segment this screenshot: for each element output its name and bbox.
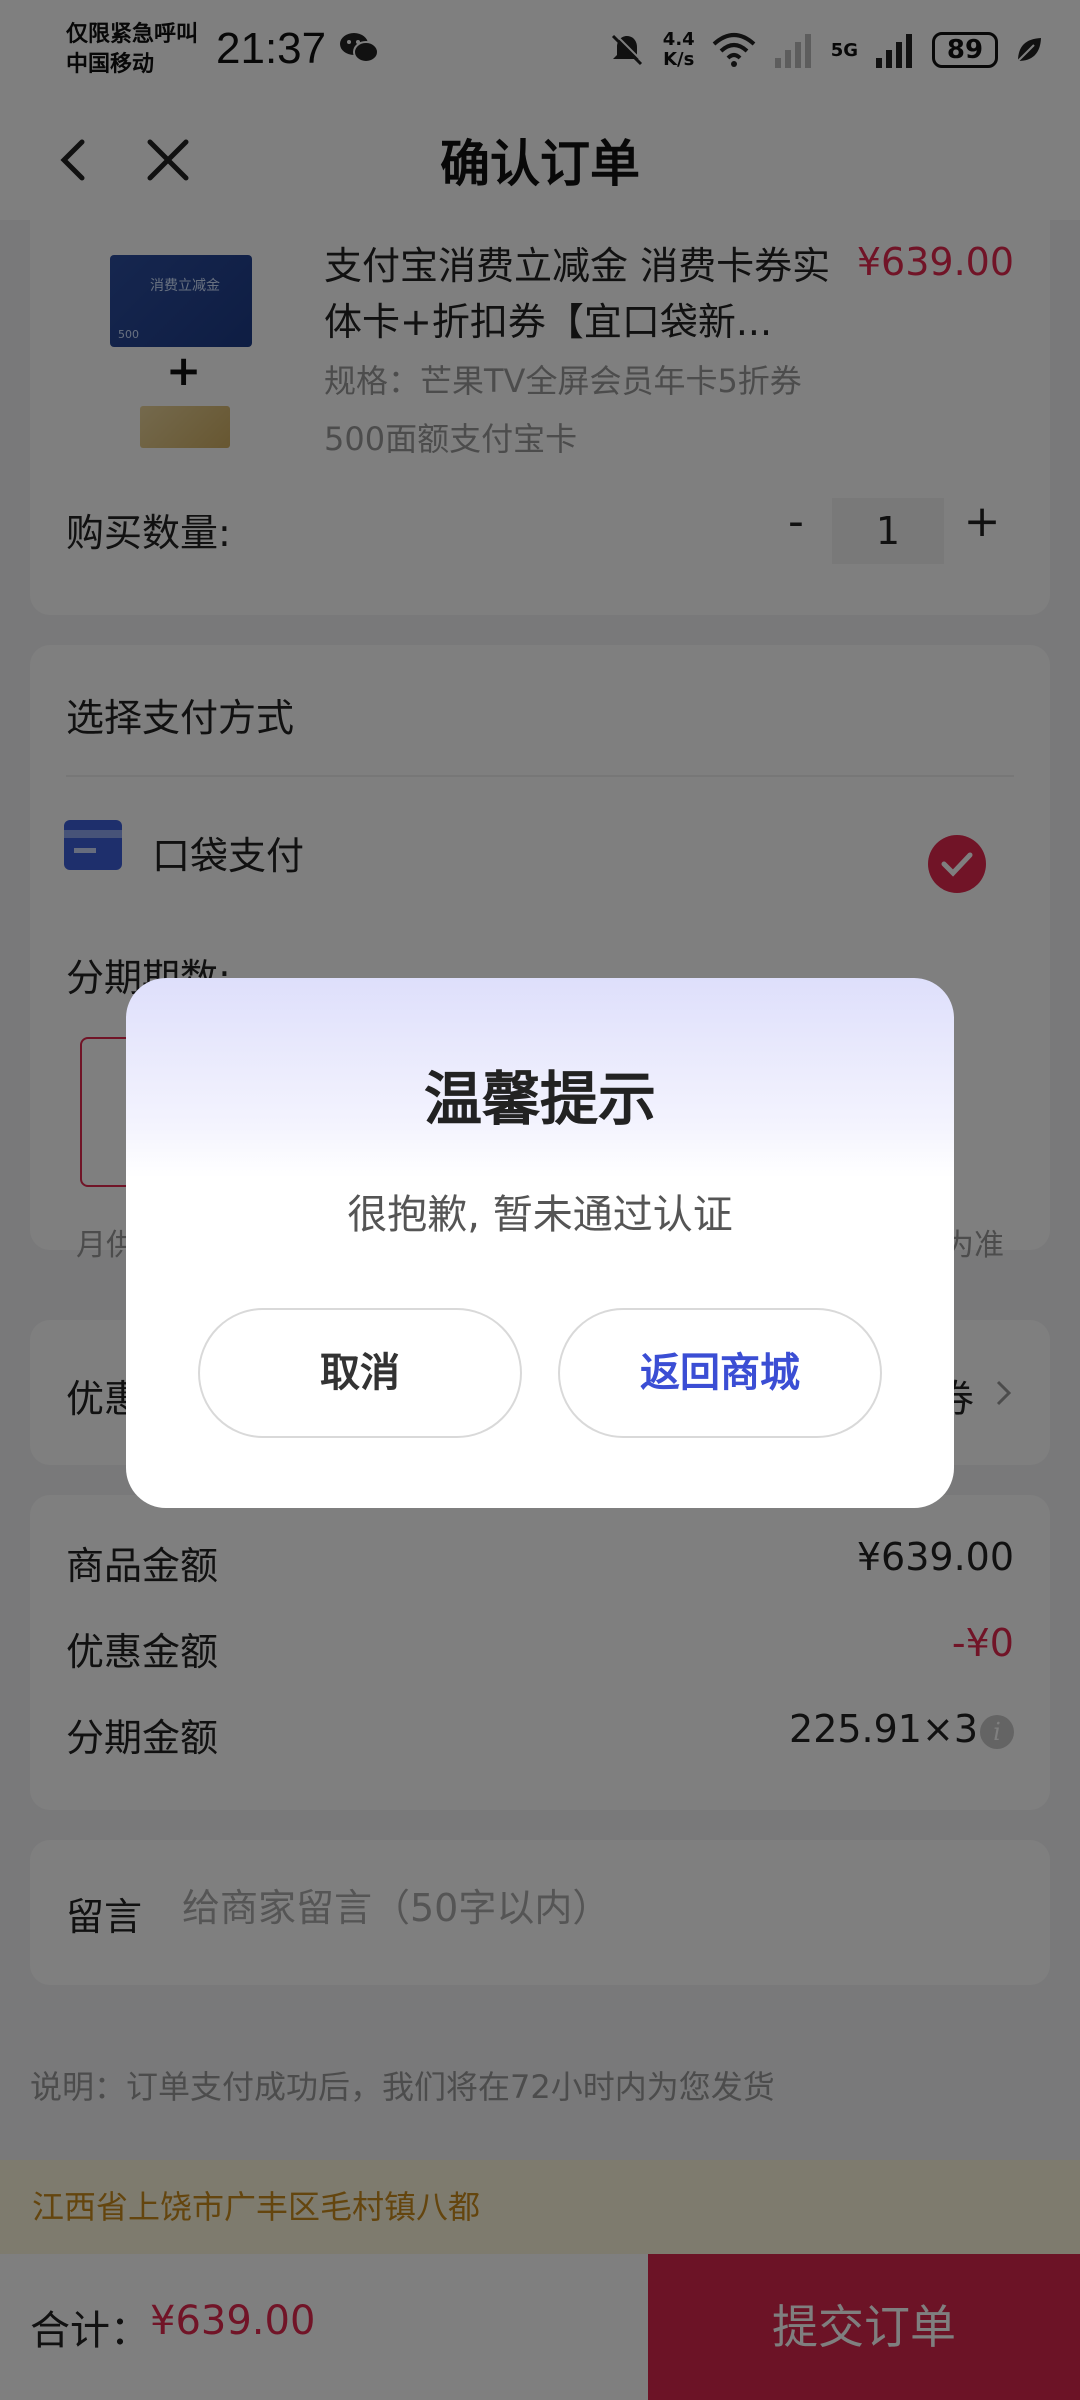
dialog-title: 温馨提示 (423, 1065, 656, 1133)
dialog-message: 很抱歉, 暂未通过认证 (347, 1192, 733, 1238)
alert-dialog: 温馨提示 很抱歉, 暂未通过认证 取消 返回商城 (126, 978, 954, 1508)
return-to-mall-button[interactable]: 返回商城 (558, 1308, 882, 1438)
cancel-button[interactable]: 取消 (198, 1308, 522, 1438)
